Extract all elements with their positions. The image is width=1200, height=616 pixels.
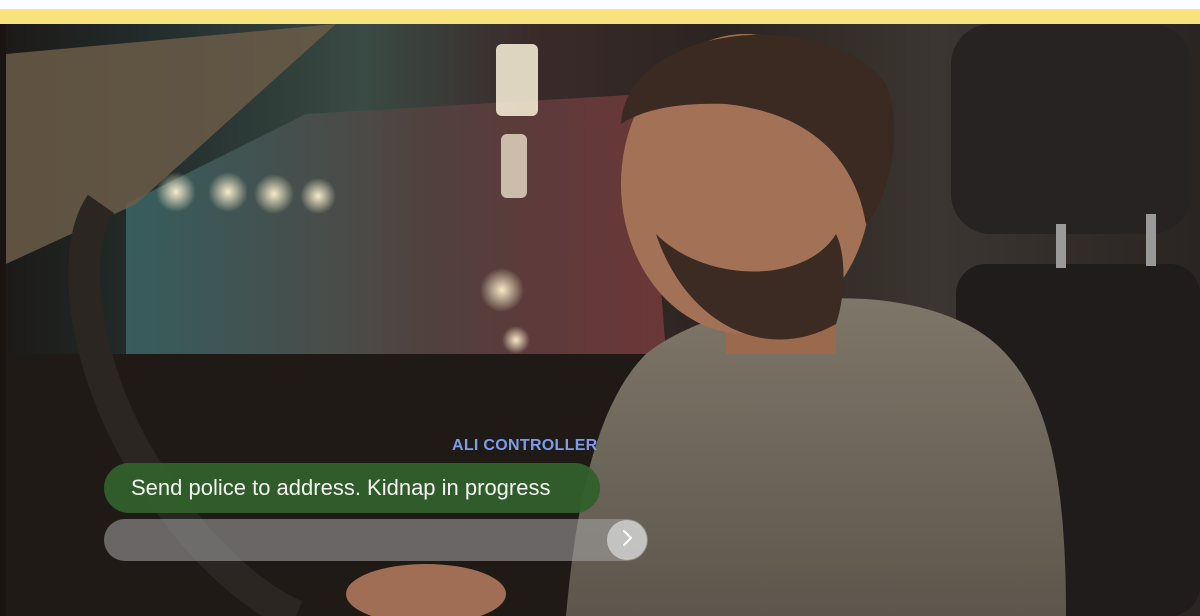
speaker-label: ALI CONTROLLER <box>452 437 598 454</box>
message-text: Send police to address. Kidnap in progre… <box>131 475 551 500</box>
bokeh-light <box>300 178 336 214</box>
bokeh-light <box>502 326 530 354</box>
top-strip <box>0 0 1200 9</box>
bokeh-light <box>254 174 294 214</box>
neon-sign <box>501 134 527 198</box>
bokeh-light <box>208 172 248 212</box>
headrest-post <box>1056 224 1066 268</box>
message-bubble: Send police to address. Kidnap in progre… <box>104 463 600 513</box>
reply-input[interactable] <box>104 519 648 561</box>
top-banner <box>0 0 1200 24</box>
send-button[interactable] <box>607 520 647 560</box>
chevron-right-icon <box>620 529 634 552</box>
neon-sign <box>496 44 538 116</box>
headrest <box>951 24 1191 234</box>
headrest-post <box>1146 214 1156 266</box>
bokeh-light <box>480 268 524 312</box>
